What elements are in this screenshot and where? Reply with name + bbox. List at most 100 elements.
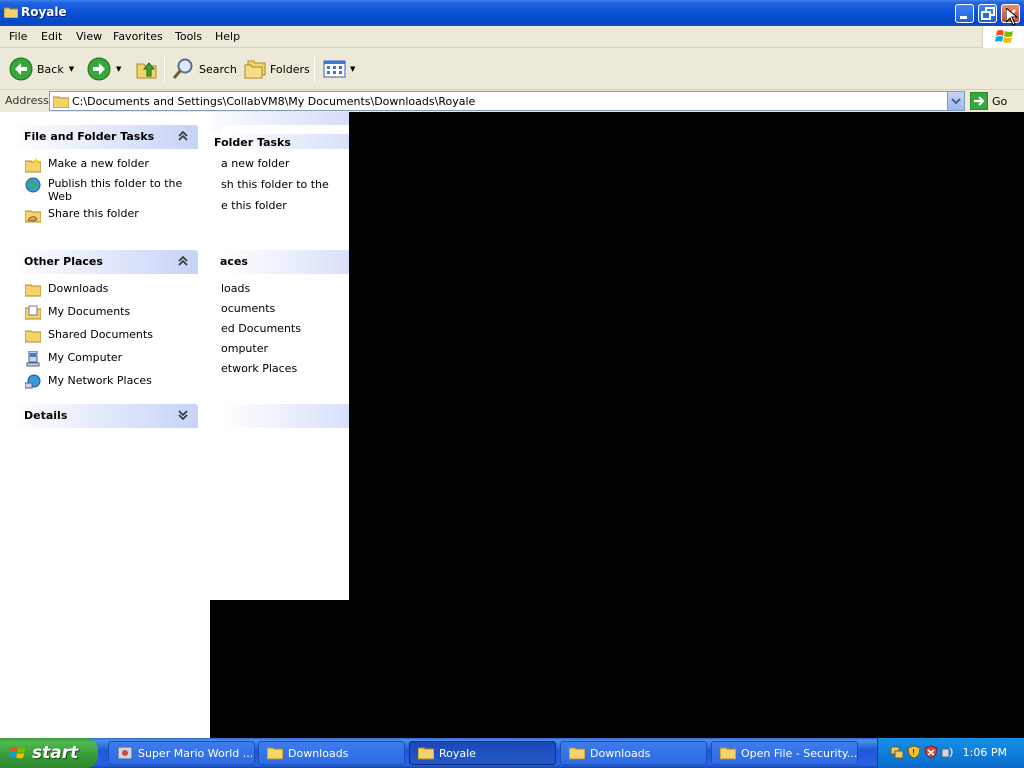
views-icon — [323, 60, 346, 78]
search-button[interactable]: Search — [171, 56, 237, 82]
minimize-button[interactable] — [955, 4, 974, 23]
ghost-file-tasks-group: Folder Tasks a new folder sh this folder… — [214, 125, 349, 233]
folders-button[interactable]: Folders — [244, 56, 310, 82]
address-path: C:\Documents and Settings\CollabVM8\My D… — [72, 95, 476, 108]
back-arrow-icon — [9, 57, 33, 81]
chevron-up-icon[interactable] — [177, 255, 189, 267]
network-tray-icon[interactable] — [890, 745, 904, 759]
back-label: Back — [37, 62, 64, 76]
up-button[interactable] — [136, 56, 158, 82]
taskbar-button-super-mario[interactable]: Super Mario World ... — [108, 741, 255, 765]
security-alert-icon[interactable] — [924, 745, 938, 759]
other-places-group: Other Places Downloads My Documents Shar… — [12, 250, 198, 390]
menu-view[interactable]: View — [76, 30, 102, 43]
up-folder-icon — [136, 62, 157, 79]
window-title: Royale — [21, 5, 67, 19]
forward-arrow-icon — [87, 57, 111, 81]
forward-dropdown-icon[interactable]: ▼ — [116, 65, 121, 73]
clock: 1:06 PM — [962, 746, 1007, 759]
go-button[interactable]: Go — [970, 92, 1007, 110]
go-label: Go — [992, 94, 1008, 108]
my-documents-icon — [25, 305, 41, 320]
back-dropdown-icon[interactable]: ▼ — [69, 65, 74, 73]
menu-help[interactable]: Help — [215, 30, 240, 43]
app-icon — [117, 746, 133, 760]
menu-tools[interactable]: Tools — [175, 30, 202, 43]
windows-logo — [982, 26, 1024, 48]
restore-button[interactable] — [978, 4, 997, 23]
place-my-documents[interactable]: My Documents — [25, 305, 187, 321]
new-folder-icon — [25, 158, 41, 173]
windows-flag-icon — [9, 746, 26, 759]
menu-favorites[interactable]: Favorites — [113, 30, 163, 43]
folders-icon — [244, 60, 266, 79]
taskbar-button-royale[interactable]: Royale — [409, 741, 556, 765]
folder-icon — [569, 747, 585, 760]
address-dropdown-button[interactable] — [947, 92, 964, 110]
other-places-title: Other Places — [24, 255, 103, 268]
place-downloads[interactable]: Downloads — [25, 282, 187, 298]
folder-icon — [4, 7, 18, 18]
globe-icon — [25, 177, 41, 193]
shared-folder-icon — [25, 330, 41, 343]
svg-text:!: ! — [912, 748, 915, 757]
go-arrow-icon — [970, 92, 988, 110]
file-folder-tasks-group: File and Folder Tasks Make a new folder … — [12, 125, 198, 233]
place-shared-documents[interactable]: Shared Documents — [25, 328, 187, 344]
address-input[interactable]: C:\Documents and Settings\CollabVM8\My D… — [49, 91, 965, 111]
taskbar-button-downloads[interactable]: Downloads — [258, 741, 405, 765]
menu-file[interactable]: File — [9, 30, 27, 43]
place-my-network-places[interactable]: My Network Places — [25, 374, 187, 390]
ghost-task-pane: Folder Tasks a new folder sh this folder… — [210, 112, 349, 600]
folder-icon — [418, 747, 434, 760]
security-shield-icon[interactable]: ! — [907, 745, 921, 759]
menu-edit[interactable]: Edit — [41, 30, 62, 43]
task-publish-folder[interactable]: Publish this folder to the Web — [25, 177, 187, 203]
address-bar: Address C:\Documents and Settings\Collab… — [0, 90, 1024, 112]
chevron-down-icon — [951, 98, 961, 105]
network-places-icon — [25, 374, 41, 389]
mouse-cursor-icon — [1006, 8, 1018, 26]
task-pane: File and Folder Tasks Make a new folder … — [0, 112, 210, 738]
forward-button[interactable]: ▼ — [87, 56, 121, 82]
folder-icon — [53, 96, 69, 108]
chevron-up-icon[interactable] — [177, 130, 189, 142]
toolbar: Back ▼ ▼ Search Folders ▼ — [0, 48, 1024, 90]
folder-icon — [267, 747, 283, 760]
restore-icon — [981, 7, 995, 20]
file-folder-tasks-body: Make a new folder Publish this folder to… — [12, 149, 198, 233]
place-my-computer[interactable]: My Computer — [25, 351, 187, 367]
task-share-folder[interactable]: Share this folder — [25, 207, 187, 223]
taskbar: start Super Mario World ... Downloads Ro… — [0, 738, 1024, 768]
folder-icon — [25, 284, 41, 297]
details-title: Details — [24, 409, 68, 422]
file-folder-tasks-title: File and Folder Tasks — [24, 130, 155, 143]
file-folder-tasks-header[interactable]: File and Folder Tasks — [12, 125, 198, 149]
chevron-down-icon[interactable] — [177, 409, 189, 421]
details-group: Details — [12, 404, 198, 428]
search-label: Search — [199, 62, 237, 76]
back-button[interactable]: Back ▼ — [9, 56, 74, 82]
minimize-icon — [960, 16, 967, 19]
start-button[interactable]: start — [0, 738, 98, 768]
volume-icon[interactable] — [941, 745, 955, 759]
ghost-other-places-group: aces loads ocuments ed Documents omputer… — [220, 250, 349, 388]
system-tray: ! 1:06 PM — [877, 738, 1024, 768]
windows-flag-icon — [995, 30, 1013, 43]
address-label: Address — [5, 94, 49, 107]
taskbar-button-open-file-security[interactable]: Open File - Security... — [711, 741, 858, 765]
details-header[interactable]: Details — [12, 404, 198, 428]
folders-label: Folders — [270, 62, 310, 76]
other-places-body: Downloads My Documents Shared Documents … — [12, 274, 198, 390]
share-folder-icon — [25, 210, 41, 223]
other-places-header[interactable]: Other Places — [12, 250, 198, 274]
views-button[interactable]: ▼ — [323, 56, 355, 82]
search-icon — [172, 58, 193, 79]
ghost-details-group — [222, 404, 349, 428]
title-bar: Royale — [0, 0, 1024, 26]
menu-bar: File Edit View Favorites Tools Help — [0, 26, 1024, 48]
task-make-new-folder[interactable]: Make a new folder — [25, 157, 187, 173]
taskbar-button-downloads-2[interactable]: Downloads — [560, 741, 707, 765]
views-dropdown-icon[interactable]: ▼ — [350, 65, 355, 73]
security-folder-icon — [720, 747, 736, 760]
